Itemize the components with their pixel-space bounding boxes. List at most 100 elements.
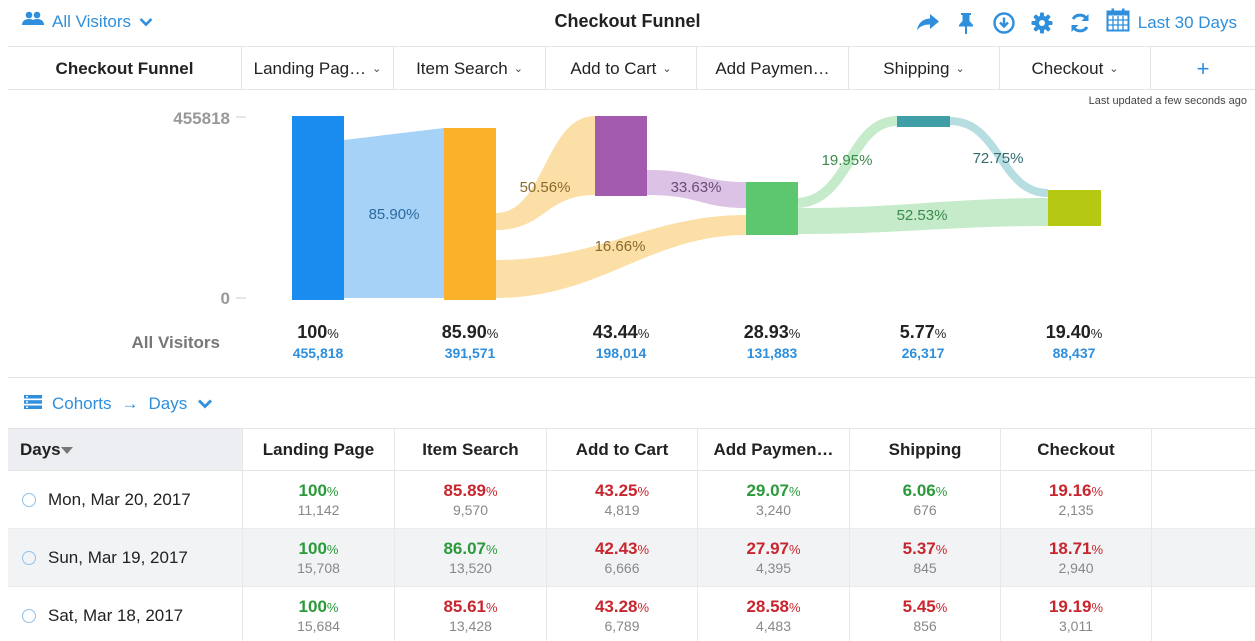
column-header-days[interactable]: Days: [8, 429, 243, 470]
pin-icon[interactable]: [954, 10, 978, 36]
value-cell: 86.07% 13,520: [395, 529, 547, 586]
summary-col: 43.44% 198,014: [592, 322, 650, 361]
chevron-down-icon: [197, 394, 213, 414]
node-checkout[interactable]: [1048, 190, 1101, 226]
cell-percent: 5.37: [902, 539, 936, 558]
step-selector-item-search[interactable]: Item Search ⌄: [394, 47, 546, 90]
step-selector-add-payment[interactable]: Add Paymen…: [697, 47, 849, 90]
node-item-search[interactable]: [444, 128, 496, 300]
date-cell: Sun, Mar 19, 2017: [8, 529, 243, 586]
cell-percent: 100: [298, 481, 327, 500]
column-header-label: Days: [20, 439, 61, 459]
flow-label: 19.95%: [822, 152, 873, 169]
step-label: Landing Pag…: [253, 58, 367, 78]
table-row: Mon, Mar 20, 2017 100% 11,142 85.89% 9,570…: [8, 471, 1255, 529]
summary-count[interactable]: 131,883: [744, 345, 801, 361]
step-selector-checkout[interactable]: Checkout ⌄: [1000, 47, 1151, 90]
funnel-step-header: Checkout Funnel Landing Pag… ⌄ Item Searc…: [8, 46, 1255, 90]
share-icon[interactable]: [916, 10, 940, 36]
plus-icon: +: [1196, 55, 1210, 81]
cell-count: 2,135: [1058, 502, 1094, 518]
value-cell: 5.45% 856: [850, 587, 1001, 641]
step-selector-landing-page[interactable]: Landing Pag… ⌄: [242, 47, 394, 90]
cell-count: 6,666: [604, 560, 640, 576]
cell-percent: 43.25: [594, 481, 638, 500]
value-cell: 27.97% 4,395: [698, 529, 850, 586]
cell-count: 13,428: [449, 618, 492, 634]
gear-icon[interactable]: [1030, 10, 1054, 36]
column-header: Shipping: [850, 429, 1001, 470]
cell-percent: 19.16: [1048, 481, 1092, 500]
summary-col: 100% 455,818: [292, 322, 344, 361]
summary-row: All Visitors 100% 455,818 85.90% 391,571…: [0, 318, 1255, 378]
download-icon[interactable]: [992, 10, 1016, 36]
cell-percent: 85.89: [443, 481, 486, 500]
cell-count: 3,240: [755, 502, 792, 518]
row-radio[interactable]: [22, 550, 36, 565]
funnel-name: Checkout Funnel: [55, 58, 194, 78]
cell-count: 9,570: [452, 502, 489, 518]
summary-count[interactable]: 455,818: [293, 345, 344, 361]
summary-count[interactable]: 88,437: [1046, 345, 1103, 361]
date-range-picker[interactable]: Last 30 Days: [1106, 8, 1237, 37]
add-step-button[interactable]: +: [1151, 47, 1255, 90]
summary-count[interactable]: 198,014: [593, 345, 650, 361]
column-header: Add to Cart: [547, 429, 698, 470]
summary-count[interactable]: 391,571: [442, 345, 499, 361]
row-date: Mon, Mar 20, 2017: [48, 489, 191, 509]
table-row: Sun, Mar 19, 2017 100% 15,708 86.07% 13,52…: [8, 529, 1255, 587]
row-radio[interactable]: [22, 492, 36, 507]
cell-count: 13,520: [449, 560, 492, 576]
value-cell: 6.06% 676: [850, 471, 1001, 528]
refresh-icon[interactable]: [1068, 10, 1092, 36]
cell-percent: 28.58: [746, 597, 789, 616]
cohort-label: Cohorts: [52, 394, 112, 413]
caret-down-icon: [60, 440, 73, 460]
column-header: Landing Page: [243, 429, 395, 470]
top-bar: All Visitors Checkout Funnel Last 30 Day…: [0, 0, 1255, 46]
cell-count: 6,789: [604, 618, 640, 634]
value-cell: 28.58% 4,483: [698, 587, 850, 641]
cell-count: 11,142: [297, 502, 340, 518]
node-shipping[interactable]: [897, 116, 950, 127]
date-range-label: Last 30 Days: [1137, 12, 1237, 32]
row-date: Sun, Mar 19, 2017: [48, 547, 188, 567]
value-cell: 19.16% 2,135: [1001, 471, 1152, 528]
step-selector-shipping[interactable]: Shipping ⌄: [849, 47, 1000, 90]
table-row: Sat, Mar 18, 2017 100% 15,684 85.61% 13,42…: [8, 587, 1255, 641]
list-icon: [24, 394, 42, 414]
chevron-down-icon: ⌄: [955, 63, 965, 75]
step-label: Shipping: [883, 58, 950, 78]
cell-count: 3,011: [1059, 618, 1093, 634]
cell-percent: 43.28: [594, 597, 638, 616]
step-selector-add-to-cart[interactable]: Add to Cart ⌄: [546, 47, 697, 90]
value-cell: 85.61% 13,428: [395, 587, 547, 641]
funnel-chart: 455818 0 85.90% 50.56% 16.66% 33.63% 19.…: [173, 109, 1101, 308]
summary-col: 5.77% 26,317: [899, 322, 947, 361]
summary-col: 85.90% 391,571: [441, 322, 499, 361]
flow-item-search-to-add-to-cart[interactable]: [496, 116, 595, 230]
y-axis-max-label: 455818: [173, 109, 230, 128]
summary-percent: 85.90: [441, 322, 487, 342]
summary-count[interactable]: 26,317: [900, 345, 947, 361]
cohort-table: Days Landing Page Item Search Add to Car…: [8, 428, 1255, 641]
flow-item-search-to-add-payment[interactable]: [496, 215, 746, 298]
node-add-to-cart[interactable]: [595, 116, 647, 196]
cell-percent: 100: [298, 539, 327, 558]
date-cell: Mon, Mar 20, 2017: [8, 471, 243, 528]
flow-label: 50.56%: [520, 179, 571, 196]
empty-cell: [1152, 587, 1255, 641]
flow-label: 85.90%: [369, 206, 420, 223]
y-axis-min-label: 0: [221, 289, 230, 308]
column-header-empty: [1152, 429, 1255, 470]
funnel-name-cell: Checkout Funnel: [8, 47, 242, 90]
column-header: Item Search: [395, 429, 547, 470]
row-radio[interactable]: [22, 608, 36, 623]
summary-col: 28.93% 131,883: [743, 322, 801, 361]
cell-percent: 42.43: [594, 539, 638, 558]
value-cell: 43.28% 6,789: [547, 587, 698, 641]
node-add-payment[interactable]: [746, 182, 798, 235]
empty-cell: [1152, 471, 1255, 528]
cohort-selector[interactable]: Cohorts → Days: [24, 394, 213, 414]
node-landing-page[interactable]: [292, 116, 344, 300]
